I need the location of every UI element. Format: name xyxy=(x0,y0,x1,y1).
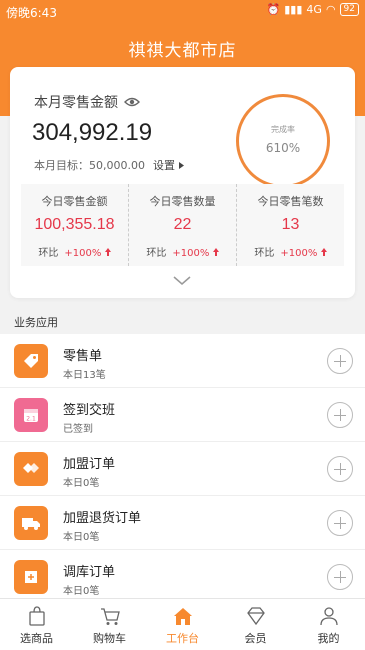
item-name: 调库订单 xyxy=(63,565,116,580)
stat-value: 13 xyxy=(281,216,300,233)
tab-member[interactable]: 会员 xyxy=(219,599,292,650)
tag-icon xyxy=(14,344,48,378)
item-name: 签到交班 xyxy=(63,403,116,418)
person-icon xyxy=(319,607,338,626)
today-stats: 今日零售金额 100,355.18 环比 +100% 今日零售数量 22 环比 +1… xyxy=(21,184,344,266)
compare-label: 环比 xyxy=(254,248,275,259)
item-sub: 本日13笔 xyxy=(63,370,106,381)
setting-label: 设置 xyxy=(152,159,175,172)
compare-value: +100% xyxy=(64,248,102,259)
item-sub: 本日0笔 xyxy=(63,586,100,597)
svg-text:2.1: 2.1 xyxy=(26,416,36,423)
compare-label: 环比 xyxy=(38,248,59,259)
item-name: 加盟订单 xyxy=(63,457,116,472)
eye-icon[interactable] xyxy=(124,96,140,108)
stat-compare: 环比 +100% xyxy=(21,244,128,259)
section-title: 业务应用 xyxy=(14,316,58,329)
stat-compare: 环比 +100% xyxy=(129,244,236,259)
item-sub: 已签到 xyxy=(63,424,93,435)
list-item-retail-order[interactable]: 零售单 本日13笔 xyxy=(0,334,365,388)
stat-compare: 环比 +100% xyxy=(237,244,344,259)
tab-label: 选商品 xyxy=(20,632,53,645)
status-time: 傍晚6:43 xyxy=(6,6,57,20)
list-item-check-in[interactable]: 2.1 签到交班 已签到 xyxy=(0,388,365,442)
arrow-up-icon xyxy=(320,248,327,256)
stat-title: 今日零售数量 xyxy=(149,195,216,208)
target-row: 本月目标：50,000.00 设置 xyxy=(34,157,184,173)
status-bar: 傍晚6:43 ⏰ ▮▮▮ 4G ◠ 92 xyxy=(0,0,365,24)
add-button[interactable] xyxy=(327,564,353,590)
calendar-icon: 2.1 xyxy=(14,398,48,432)
bag-icon xyxy=(28,606,45,626)
stat-today-amount[interactable]: 今日零售金额 100,355.18 环比 +100% xyxy=(21,184,128,266)
tab-label: 会员 xyxy=(244,632,267,645)
network-label: 4G xyxy=(306,3,322,16)
wifi-icon: ◠ xyxy=(325,3,336,16)
sales-summary-card: 本月零售金额 304,992.19 本月目标：50,000.00 设置 完成率 … xyxy=(10,67,355,298)
truck-icon xyxy=(14,506,48,540)
stat-today-quantity[interactable]: 今日零售数量 22 环比 +100% xyxy=(128,184,236,266)
cart-icon xyxy=(100,608,120,625)
store-title: 祺祺大都市店 xyxy=(128,41,237,61)
monthly-sales-amount: 304,992.19 xyxy=(32,119,153,146)
item-sub: 本日0笔 xyxy=(63,478,100,489)
list-item-franchise-return[interactable]: 加盟退货订单 本日0笔 xyxy=(0,496,365,550)
list-item-franchise-order[interactable]: 加盟订单 本日0笔 xyxy=(0,442,365,496)
bottom-tab-bar: 选商品 购物车 工作台 会员 我的 xyxy=(0,598,365,650)
arrow-up-icon xyxy=(104,248,111,256)
caret-right-icon xyxy=(178,161,184,169)
handshake-icon xyxy=(14,452,48,486)
alarm-icon: ⏰ xyxy=(266,3,281,16)
stat-value: 100,355.18 xyxy=(34,216,115,233)
tab-label: 我的 xyxy=(317,632,340,645)
home-icon xyxy=(173,608,192,625)
diamond-icon xyxy=(246,607,265,626)
stat-title: 今日零售笔数 xyxy=(257,195,324,208)
add-button[interactable] xyxy=(327,456,353,482)
tab-workbench[interactable]: 工作台 xyxy=(146,599,219,650)
tab-cart[interactable]: 购物车 xyxy=(73,599,146,650)
status-icons: ⏰ ▮▮▮ 4G ◠ 92 xyxy=(267,3,359,16)
item-name: 零售单 xyxy=(63,349,103,364)
add-button[interactable] xyxy=(327,402,353,428)
completion-value: 610% xyxy=(265,141,301,155)
app-list: 零售单 本日13笔 2.1 签到交班 已签到 加盟订单 本日0笔 加盟退货订单 … xyxy=(0,334,365,604)
stat-today-count[interactable]: 今日零售笔数 13 环比 +100% xyxy=(236,184,344,266)
tab-select-goods[interactable]: 选商品 xyxy=(0,599,73,650)
compare-value: +100% xyxy=(172,248,210,259)
tab-label: 购物车 xyxy=(93,632,126,645)
monthly-sales-label: 本月零售金额 xyxy=(34,95,118,111)
arrow-up-icon xyxy=(212,248,219,256)
signal-icon: ▮▮▮ xyxy=(284,3,303,16)
tab-label: 工作台 xyxy=(166,632,199,645)
monthly-target: 本月目标：50,000.00 xyxy=(34,159,145,172)
add-button[interactable] xyxy=(327,510,353,536)
stat-title: 今日零售金额 xyxy=(41,195,108,208)
battery-icon: 92 xyxy=(339,3,359,16)
add-button[interactable] xyxy=(327,348,353,374)
compare-value: +100% xyxy=(280,248,318,259)
target-setting-button[interactable]: 设置 xyxy=(153,157,184,173)
list-item-transfer-order[interactable]: 调库订单 本日0笔 xyxy=(0,550,365,604)
compare-label: 环比 xyxy=(146,248,167,259)
completion-label: 完成率 xyxy=(271,125,295,134)
tab-mine[interactable]: 我的 xyxy=(292,599,365,650)
item-sub: 本日0笔 xyxy=(63,532,100,543)
monthly-sales-label-row: 本月零售金额 xyxy=(34,92,140,112)
chevron-down-icon[interactable] xyxy=(172,275,192,287)
stat-value: 22 xyxy=(173,216,192,233)
item-name: 加盟退货订单 xyxy=(63,511,142,526)
box-icon xyxy=(14,560,48,594)
completion-ring: 完成率 610% xyxy=(236,94,330,188)
